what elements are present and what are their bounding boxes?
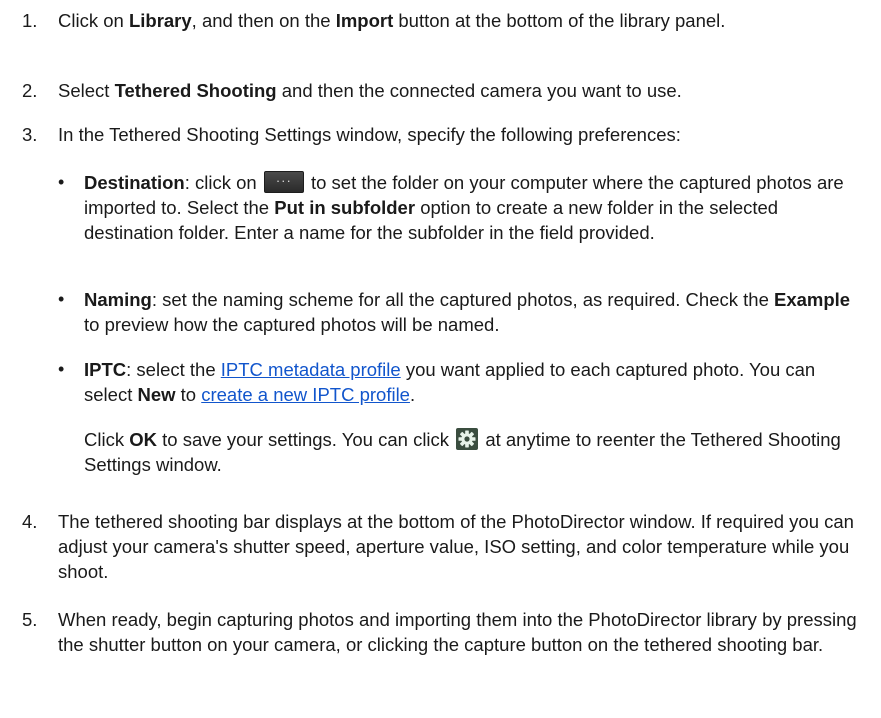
iptc-metadata-profile-link[interactable]: IPTC metadata profile <box>221 359 401 380</box>
settings-gear-button[interactable] <box>456 428 479 450</box>
step-text: The tethered shooting bar displays at th… <box>58 511 854 582</box>
bullet-text: Destination: click on ··· to set the fol… <box>84 171 844 243</box>
ok-term: OK <box>129 429 157 450</box>
example-term: Example <box>774 289 851 310</box>
step-4: 4. The tethered shooting bar displays at… <box>22 509 867 584</box>
create-iptc-profile-link[interactable]: create a new IPTC profile <box>201 384 410 405</box>
step-text: Select Tethered Shooting and then the co… <box>58 80 682 101</box>
library-term: Library <box>128 10 192 31</box>
step-text: Click on Library, and then on the Import… <box>58 10 726 31</box>
bullet-text: IPTC: select the IPTC metadata profile y… <box>84 359 816 405</box>
step-text: In the Tethered Shooting Settings window… <box>58 124 681 145</box>
put-in-subfolder-term: Put in subfolder <box>274 197 416 218</box>
step-number: 2. <box>22 80 38 101</box>
step-2: 2. Select Tethered Shooting and then the… <box>22 78 867 103</box>
step-number: 5. <box>22 609 38 630</box>
bullet-dot: • <box>58 172 65 192</box>
step-3: 3. In the Tethered Shooting Settings win… <box>22 122 867 147</box>
help-document: 1. Click on Library, and then on the Imp… <box>0 0 881 718</box>
save-settings-paragraph: Click OK to save your settings. You can … <box>84 428 841 475</box>
bullet-dot: • <box>58 359 65 379</box>
step-number: 3. <box>22 124 38 145</box>
bullet-iptc: • IPTC: select the IPTC metadata profile… <box>58 357 858 407</box>
bullet-dot: • <box>58 289 65 309</box>
step-5: 5. When ready, begin capturing photos an… <box>22 607 867 657</box>
iptc-term: IPTC <box>84 359 127 380</box>
ellipsis-icon: ··· <box>275 173 292 188</box>
destination-term: Destination <box>84 172 185 193</box>
new-term: New <box>137 384 176 405</box>
naming-term: Naming <box>84 289 152 310</box>
step-number: 1. <box>22 10 38 31</box>
tethered-shooting-term: Tethered Shooting <box>114 80 277 101</box>
step-number: 4. <box>22 511 38 532</box>
step-1: 1. Click on Library, and then on the Imp… <box>22 8 867 33</box>
browse-folder-button[interactable]: ··· <box>263 171 304 193</box>
bullet-text: Naming: set the naming scheme for all th… <box>84 289 851 335</box>
bullet-destination: • Destination: click on ··· to set the f… <box>58 170 858 245</box>
step-text: When ready, begin capturing photos and i… <box>58 609 857 655</box>
gear-icon <box>456 428 479 450</box>
import-term: Import <box>335 10 394 31</box>
bullet-naming: • Naming: set the naming scheme for all … <box>58 287 858 337</box>
